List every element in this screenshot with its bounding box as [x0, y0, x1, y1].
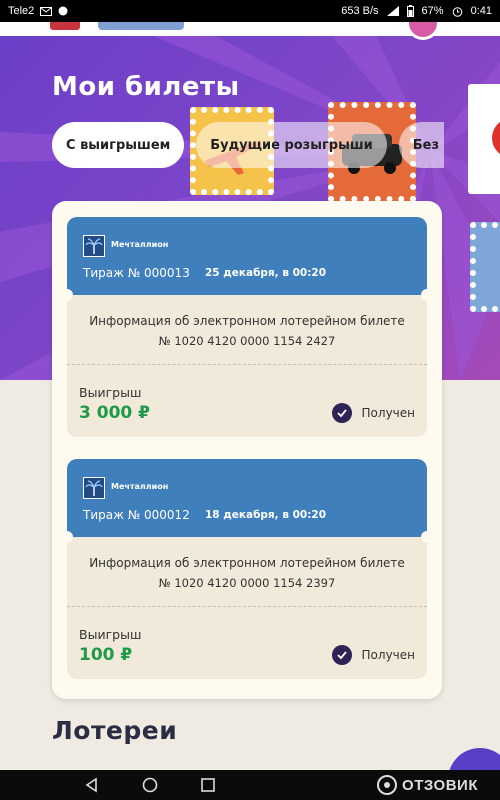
- otzovik-logo-icon: [377, 775, 398, 795]
- ticket-info-title: Информация об электронном лотерейном бил…: [89, 314, 405, 328]
- draw-date: 25 декабря, в 00:20: [205, 267, 327, 279]
- section-title-lotteries: Лотереи: [52, 716, 178, 745]
- alarm-icon: [452, 6, 463, 17]
- lottery-name: Мечталлион: [111, 240, 169, 249]
- ticket-footer: Выигрыш 3 000 ₽ Получен: [67, 365, 427, 437]
- brand-logo: [98, 22, 184, 30]
- ticket-info: Информация об электронном лотерейном бил…: [67, 295, 427, 365]
- lottery-name: Мечталлион: [111, 482, 169, 491]
- watermark-text: ОТЗОВИК: [402, 776, 478, 794]
- check-icon: [331, 645, 352, 665]
- battery-percent: 67%: [421, 5, 444, 17]
- status-badge: Получен: [331, 403, 415, 423]
- carrier-label: Tele2: [8, 5, 35, 17]
- status-bar: Tele2 653 B/s 67% 0:41: [0, 0, 500, 22]
- draw-date: 18 декабря, в 00:20: [205, 509, 327, 521]
- home-circle-icon[interactable]: [142, 777, 158, 793]
- ticket-card[interactable]: Мечталлион Тираж № 000013 25 декабря, в …: [67, 217, 427, 437]
- win-label: Выигрыш: [79, 627, 142, 642]
- status-badge: Получен: [331, 645, 415, 665]
- back-triangle-icon[interactable]: [84, 777, 100, 793]
- draw-number: Тираж № 000013: [83, 266, 190, 280]
- signal-icon: [386, 6, 399, 16]
- mail-icon: [40, 6, 53, 16]
- ticket-footer: Выигрыш 100 ₽ Получен: [67, 607, 427, 679]
- ticket-number: № 1020 4120 0000 1154 2397: [158, 576, 336, 590]
- tab-with-winnings[interactable]: С выигрышем: [52, 122, 185, 168]
- recents-square-icon[interactable]: [200, 777, 216, 793]
- win-amount: 3 000 ₽: [79, 403, 150, 423]
- system-nav-bar: ОТЗОВИК: [0, 770, 500, 800]
- red-stamp: [468, 84, 500, 194]
- palm-tree-icon: [83, 477, 105, 499]
- blue-stamp: [470, 222, 500, 312]
- network-speed: 653 B/s: [341, 5, 379, 17]
- ticket-card[interactable]: Мечталлион Тираж № 000012 18 декабря, в …: [67, 459, 427, 679]
- ticket-notch: [421, 289, 427, 301]
- notification-icon: [58, 6, 68, 16]
- win-amount: 100 ₽: [79, 645, 133, 665]
- status-label: Получен: [361, 406, 415, 420]
- check-icon: [331, 403, 352, 423]
- ticket-info: Информация об электронном лотерейном бил…: [67, 537, 427, 607]
- flag-logo: [50, 22, 80, 30]
- ticket-info-title: Информация об электронном лотерейном бил…: [89, 556, 405, 570]
- ticket-header: Мечталлион Тираж № 000012 18 декабря, в …: [67, 459, 427, 543]
- clock: 0:41: [470, 5, 492, 17]
- draw-number: Тираж № 000012: [83, 508, 190, 522]
- win-label: Выигрыш: [79, 385, 142, 400]
- ticket-header: Мечталлион Тираж № 000013 25 декабря, в …: [67, 217, 427, 301]
- tickets-card: Мечталлион Тираж № 000013 25 декабря, в …: [52, 201, 442, 699]
- tab-without-winnings[interactable]: Без выи: [398, 122, 444, 168]
- battery-icon: [406, 5, 414, 17]
- ticket-number: № 1020 4120 0000 1154 2427: [158, 334, 336, 348]
- filter-tabs: С выигрышем Будущие розыгрыши Без выи: [52, 122, 444, 168]
- palm-tree-icon: [83, 235, 105, 257]
- tab-upcoming-draws[interactable]: Будущие розыгрыши: [196, 122, 387, 168]
- ticket-notch: [421, 531, 427, 543]
- status-label: Получен: [361, 648, 415, 662]
- watermark: ОТЗОВИК: [376, 770, 478, 800]
- page-title: Мои билеты: [52, 72, 240, 102]
